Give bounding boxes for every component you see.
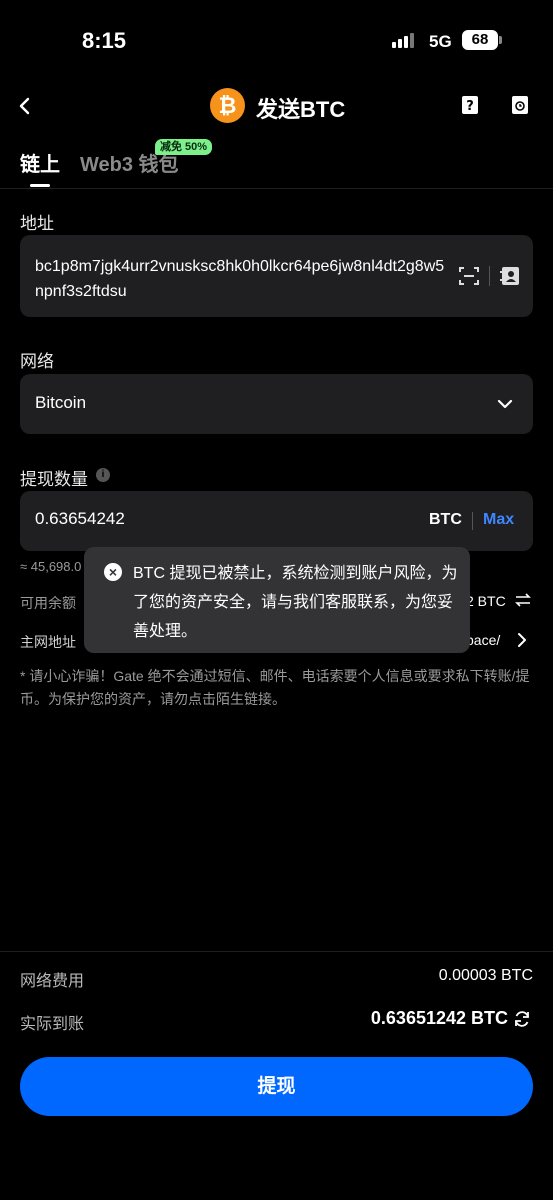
available-balance-label: 可用余额 bbox=[20, 595, 76, 611]
available-balance-value: 2 BTC bbox=[466, 593, 506, 609]
signal-icon bbox=[392, 32, 420, 48]
amount-approx: ≈ 45,698.0 bbox=[20, 559, 82, 574]
bottom-divider bbox=[0, 951, 553, 952]
received-amount-label: 实际到账 bbox=[20, 1016, 85, 1033]
toast-message: BTC 提现已被禁止，系统检测到账户风险，为了您的资产安全，请与我们客服联系，为… bbox=[133, 565, 458, 640]
status-time: 8:15 bbox=[82, 28, 127, 53]
chevron-left-icon bbox=[19, 97, 30, 115]
tab-onchain[interactable]: 链上 bbox=[20, 148, 60, 177]
amount-unit: BTC bbox=[429, 511, 462, 528]
active-tab-indicator bbox=[30, 184, 50, 187]
promo-badge: 减免 50% bbox=[155, 139, 213, 155]
mainnet-address-value[interactable]: pace/ bbox=[466, 632, 500, 648]
chevron-right-icon[interactable] bbox=[514, 631, 530, 649]
back-button[interactable] bbox=[14, 92, 38, 120]
close-circle-icon: × bbox=[104, 563, 122, 581]
battery-icon: 68 bbox=[462, 30, 498, 50]
address-input[interactable]: bc1p8m7jgk4urr2vnusksc8hk0h0lkcr64pe6jw8… bbox=[35, 254, 445, 304]
address-label: 地址 bbox=[20, 214, 54, 233]
fraud-warning: * 请小心诈骗！Gate 绝不会通过短信、邮件、电话索要个人信息或要求私下转账/… bbox=[20, 668, 530, 707]
swap-icon[interactable] bbox=[514, 591, 532, 609]
amount-input[interactable]: 0.63654242 bbox=[35, 509, 125, 529]
chevron-down-icon bbox=[495, 394, 515, 414]
refresh-icon[interactable] bbox=[512, 1009, 532, 1029]
network-label: 网络 bbox=[20, 352, 54, 371]
withdraw-button[interactable]: 提现 bbox=[20, 1057, 533, 1116]
address-book-icon bbox=[500, 267, 519, 285]
page-title: 发送BTC bbox=[256, 97, 346, 122]
scan-button[interactable] bbox=[458, 265, 480, 287]
unit-separator bbox=[472, 512, 473, 530]
tab-divider bbox=[0, 188, 553, 189]
help-doc-button[interactable]: ? bbox=[459, 94, 481, 116]
icon-separator bbox=[489, 266, 490, 286]
max-button[interactable]: Max bbox=[483, 511, 514, 529]
network-select[interactable] bbox=[20, 374, 533, 434]
history-button[interactable] bbox=[509, 94, 531, 116]
network-fee-label: 网络费用 bbox=[20, 973, 85, 990]
received-amount-value: 0.63651242 BTC bbox=[370, 1008, 508, 1028]
help-doc-icon: ? bbox=[462, 96, 478, 114]
scan-icon bbox=[459, 267, 479, 285]
svg-text:?: ? bbox=[466, 99, 474, 114]
network-fee-value: 0.00003 BTC bbox=[438, 967, 533, 984]
address-book-button[interactable] bbox=[499, 265, 521, 287]
mainnet-address-label: 主网地址 bbox=[20, 634, 76, 650]
network-type: 5G bbox=[429, 32, 452, 51]
btc-logo-icon: ₿ bbox=[210, 88, 245, 123]
battery-tip bbox=[499, 36, 502, 44]
amount-label: 提现数量 bbox=[20, 470, 88, 489]
history-icon bbox=[512, 96, 528, 114]
info-icon[interactable]: i bbox=[96, 468, 110, 482]
network-value: Bitcoin bbox=[35, 393, 87, 412]
